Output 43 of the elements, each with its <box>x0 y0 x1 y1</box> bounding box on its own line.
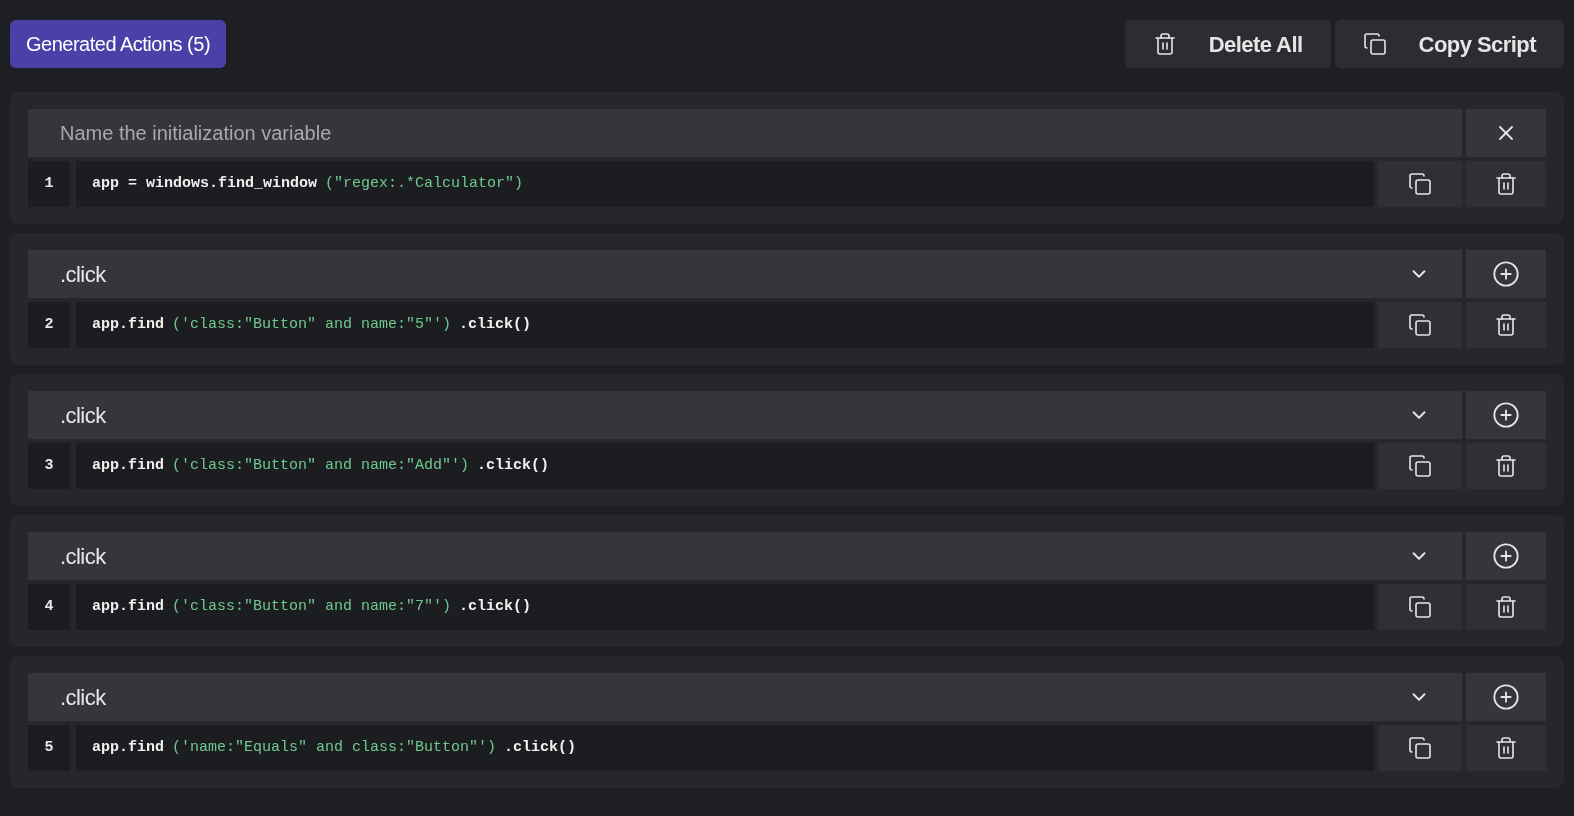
add-button[interactable] <box>1466 532 1546 580</box>
copy-icon <box>1408 595 1432 619</box>
delete-line-button[interactable] <box>1466 302 1546 348</box>
trash-icon <box>1494 454 1518 478</box>
copy-line-button[interactable] <box>1378 302 1462 348</box>
copy-icon <box>1408 736 1432 760</box>
plus-circle-icon <box>1492 260 1520 288</box>
line-number: 3 <box>28 443 72 489</box>
variable-name-field[interactable]: Name the initialization variable <box>28 109 1462 157</box>
trash-icon <box>1494 172 1518 196</box>
delete-line-button[interactable] <box>1466 443 1546 489</box>
add-button[interactable] <box>1466 391 1546 439</box>
copy-line-button[interactable] <box>1378 584 1462 630</box>
action-dropdown[interactable]: .click <box>28 250 1462 298</box>
trash-icon <box>1494 313 1518 337</box>
add-button[interactable] <box>1466 673 1546 721</box>
line-number: 1 <box>28 161 72 207</box>
copy-line-button[interactable] <box>1378 725 1462 771</box>
copy-icon <box>1408 313 1432 337</box>
copy-icon <box>1362 32 1387 56</box>
delete-all-button[interactable]: Delete All <box>1124 20 1331 68</box>
trash-icon <box>1152 32 1177 56</box>
trash-icon <box>1494 736 1518 760</box>
delete-line-button[interactable] <box>1466 725 1546 771</box>
delete-line-button[interactable] <box>1466 584 1546 630</box>
action-dropdown[interactable]: .click <box>28 673 1462 721</box>
plus-circle-icon <box>1492 401 1520 429</box>
action-dropdown[interactable]: .click <box>28 532 1462 580</box>
add-button[interactable] <box>1466 250 1546 298</box>
trash-icon <box>1494 595 1518 619</box>
generated-actions-label: Generated Actions (5) <box>10 20 227 68</box>
plus-circle-icon <box>1492 683 1520 711</box>
action-dropdown[interactable]: .click <box>28 391 1462 439</box>
copy-line-button[interactable] <box>1378 443 1462 489</box>
copy-icon <box>1408 172 1432 196</box>
delete-line-button[interactable] <box>1466 161 1546 207</box>
line-number: 4 <box>28 584 72 630</box>
copy-line-button[interactable] <box>1378 161 1462 207</box>
line-number: 5 <box>28 725 72 771</box>
line-number: 2 <box>28 302 72 348</box>
plus-circle-icon <box>1492 542 1520 570</box>
copy-script-button[interactable]: Copy Script <box>1334 20 1564 68</box>
copy-icon <box>1408 454 1432 478</box>
